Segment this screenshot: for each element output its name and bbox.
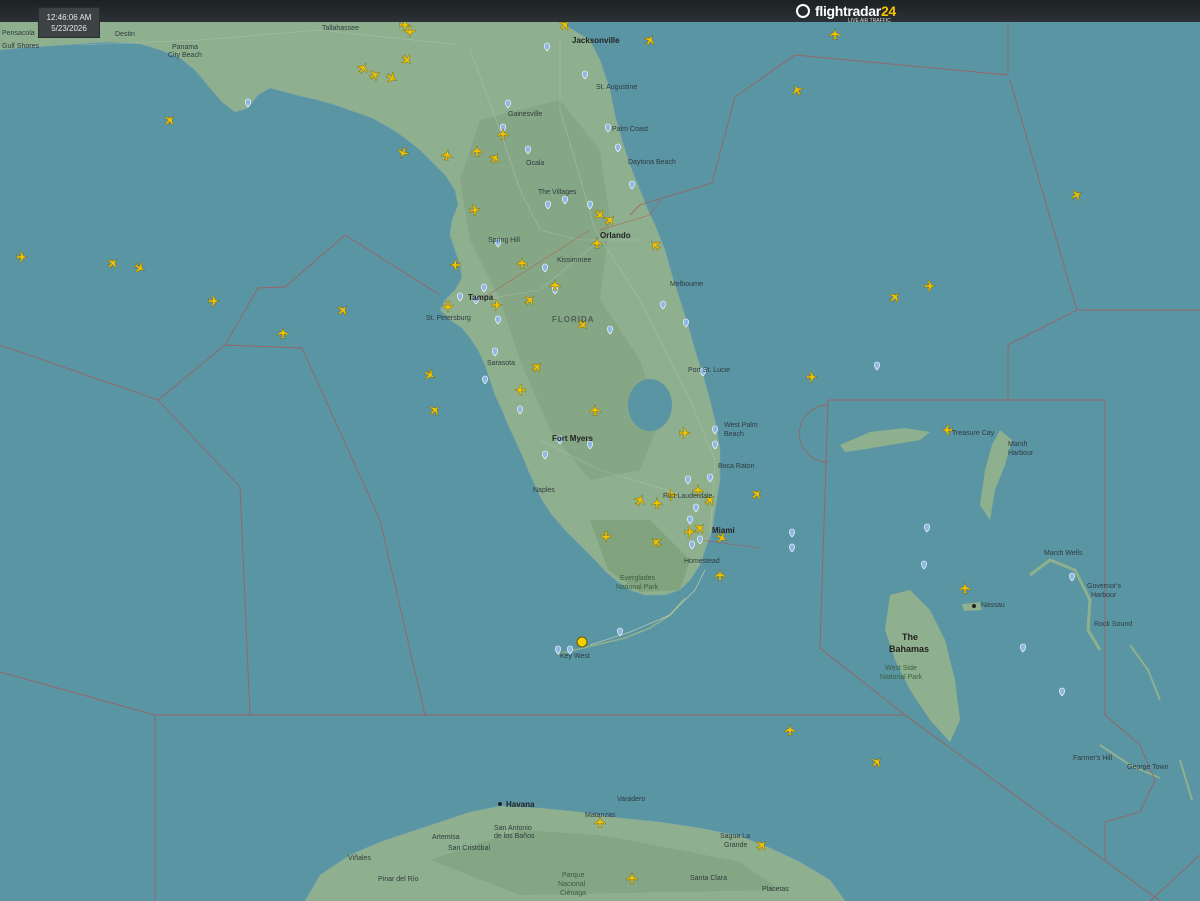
label-gulf-shores[interactable]: Gulf Shores [2, 43, 39, 50]
label-palm-coast[interactable]: Palm Coast [612, 126, 648, 133]
label-sarasota[interactable]: Sarasota [487, 360, 515, 367]
label-homestead[interactable]: Homestead [684, 558, 720, 565]
label-miami[interactable]: Miami [712, 526, 735, 535]
label-placetas[interactable]: Placetas [762, 886, 789, 893]
lake-okeechobee [628, 379, 672, 431]
label-artemisa[interactable]: Artemisa [432, 834, 460, 841]
label-port-st-lucie[interactable]: Port St. Lucie [688, 367, 730, 374]
label-naples[interactable]: Naples [533, 487, 555, 494]
label-cienaga-3[interactable]: Ciénaga [560, 890, 586, 897]
label-pinar[interactable]: Pinar del Río [378, 876, 418, 883]
label-cienaga-2[interactable]: Nacional [558, 881, 585, 888]
label-everglades-2[interactable]: National Park [616, 584, 658, 591]
label-west-side-1[interactable]: West Side [885, 665, 917, 672]
label-bahamas: Bahamas [889, 644, 930, 654]
label-ocala[interactable]: Ocala [526, 160, 544, 167]
label-fort-myers[interactable]: Fort Myers [552, 434, 593, 443]
brand-name: flightradar [815, 3, 881, 19]
label-orlando[interactable]: Orlando [600, 231, 631, 240]
brand-number: 24 [880, 3, 896, 19]
label-wpb-1[interactable]: West Palm [724, 422, 758, 429]
label-varadero[interactable]: Varadero [617, 796, 645, 803]
label-marsh-harbour-2[interactable]: Harbour [1008, 450, 1033, 457]
label-spring-hill[interactable]: Spring Hill [488, 237, 520, 244]
label-panama-city-2[interactable]: City Beach [168, 52, 202, 59]
brand-tagline: LIVE AIR TRAFFIC [848, 18, 891, 24]
label-florida-region: FLORIDA [552, 315, 595, 324]
label-san-cristobal[interactable]: San Cristóbal [448, 845, 490, 852]
label-panama-city-1[interactable]: Panama [172, 44, 198, 51]
label-gainesville[interactable]: Gainesville [508, 111, 542, 118]
label-rock-sound[interactable]: Rock Sound [1094, 621, 1132, 628]
clock-widget: 12:46:06 AM 5/23/2026 [38, 7, 100, 38]
label-havana[interactable]: Havana [506, 800, 534, 809]
label-st-augustine[interactable]: St. Augustine [596, 84, 637, 91]
label-farmers-hill[interactable]: Farmer's Hill [1073, 755, 1112, 762]
clock-date: 5/23/2026 [51, 24, 87, 33]
label-san-antonio-1[interactable]: San Antonio [494, 825, 532, 832]
label-governors-1[interactable]: Governor's [1087, 583, 1121, 590]
label-sagua-1[interactable]: Sagua La [720, 833, 750, 840]
label-kissimmee[interactable]: Kissimmee [557, 257, 591, 264]
label-tallahassee[interactable]: Tallahassee [322, 25, 359, 32]
label-marsh-harbour-1[interactable]: Marsh [1008, 441, 1027, 448]
label-jacksonville[interactable]: Jacksonville [572, 36, 620, 45]
label-san-antonio-2[interactable]: de los Baños [494, 833, 534, 840]
selected-aircraft-marker[interactable] [576, 636, 588, 648]
label-matanzas[interactable]: Matanzas [585, 812, 615, 819]
label-the: The [902, 632, 919, 642]
radar-logo-icon [796, 4, 810, 18]
label-st-petersburg[interactable]: St. Petersburg [426, 315, 471, 322]
label-treasure-cay[interactable]: Treasure Cay [952, 430, 994, 437]
label-fort-lauderdale[interactable]: Fort Lauderdale [663, 493, 712, 500]
label-tampa[interactable]: Tampa [468, 293, 493, 302]
label-nassau[interactable]: Nassau [981, 602, 1005, 609]
label-vinales[interactable]: Viñales [348, 855, 371, 862]
label-everglades-1[interactable]: Everglades [620, 575, 655, 582]
label-governors-2[interactable]: Harbour [1091, 592, 1116, 599]
label-boca-raton[interactable]: Boca Raton [718, 463, 755, 470]
label-george-town[interactable]: George Town [1127, 764, 1169, 771]
label-santa-clara[interactable]: Santa Clara [690, 875, 727, 882]
label-sagua-2[interactable]: Grande [724, 842, 747, 849]
top-bar [0, 0, 1200, 22]
label-melbourne[interactable]: Melbourne [670, 281, 703, 288]
brand-wordmark: flightradar24 [815, 3, 896, 19]
label-key-west[interactable]: Key West [560, 653, 590, 660]
label-west-side-2[interactable]: National Park [880, 674, 922, 681]
havana-capital-dot [498, 802, 502, 806]
label-destin[interactable]: Destin [115, 31, 135, 38]
label-wpb-2[interactable]: Beach [724, 431, 744, 438]
label-marsh-wells[interactable]: Marsh Wells [1044, 550, 1082, 557]
clock-time: 12:46:06 AM [46, 13, 92, 22]
label-pensacola[interactable]: Pensacola [2, 30, 35, 37]
label-cienaga-1[interactable]: Parque [562, 872, 585, 879]
label-daytona[interactable]: Daytona Beach [628, 159, 676, 166]
label-villages[interactable]: The Villages [538, 189, 576, 196]
nassau-capital-dot [972, 604, 976, 608]
